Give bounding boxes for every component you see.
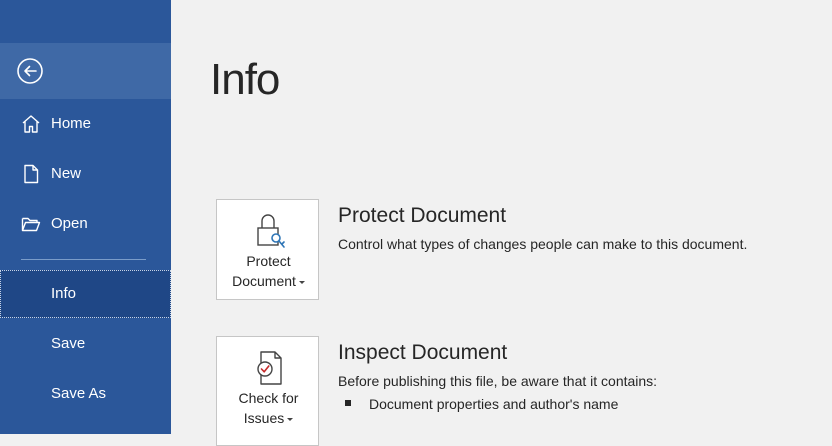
sidebar-divider [21,259,146,260]
section-heading: Protect Document [338,204,507,227]
sidebar-item-save[interactable]: Save [0,320,171,368]
tile-label: Protect [246,253,291,269]
sidebar-item-label: Save [51,335,86,352]
new-document-icon [24,164,39,184]
sidebar-item-label: Save As [51,385,107,402]
sidebar-item-save-as[interactable]: Save As [0,370,171,418]
tile-label: Issues [243,410,285,426]
section-description: Control what types of changes people can… [338,236,748,252]
sidebar-item-new[interactable]: New [0,150,171,198]
bullet-text: Document properties and author's name [369,396,619,412]
sidebar-item-label: Open [51,215,88,232]
protect-document-button[interactable]: Protect Document [216,199,319,300]
sidebar-item-open[interactable]: Open [0,200,171,248]
sidebar-item-label: New [51,165,82,182]
document-check-icon [257,351,282,385]
backstage-sidebar: Home New Open Info Save Save As [0,0,171,434]
chevron-down-icon [287,417,294,421]
sidebar-item-label: Home [51,115,92,132]
lock-key-icon [257,214,285,248]
chevron-down-icon [298,280,305,284]
check-for-issues-button[interactable]: Check for Issues [216,336,319,446]
home-icon [22,115,40,133]
back-arrow-icon[interactable] [16,57,44,85]
page-title: Info [210,55,280,104]
back-row[interactable] [0,43,171,99]
section-heading: Inspect Document [338,341,508,364]
tile-label: Check for [238,390,299,406]
tile-label-dropdown: Issues [217,408,320,428]
bullet-icon [345,400,351,406]
tile-label-dropdown: Document [217,271,320,291]
open-folder-icon [21,217,41,232]
sidebar-item-info[interactable]: Info [0,270,171,318]
section-description: Before publishing this file, be aware th… [338,373,658,389]
tile-label: Document [232,273,296,289]
sidebar-item-home[interactable]: Home [0,100,171,148]
sidebar-item-label: Info [51,285,77,302]
